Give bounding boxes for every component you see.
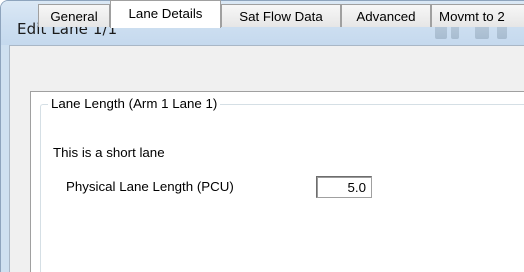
tab-label: General (50, 9, 98, 24)
tab-sat-flow-data[interactable]: Sat Flow Data (221, 4, 341, 27)
tab-label: Advanced (356, 9, 416, 24)
physical-lane-length-label: Physical Lane Length (PCU) (66, 179, 234, 194)
tab-movement-to-2[interactable]: Movmt to 2 (431, 4, 524, 27)
physical-lane-length-input[interactable] (316, 176, 372, 198)
tab-general[interactable]: General (38, 4, 110, 27)
tab-lane-details[interactable]: Lane Details (110, 0, 221, 28)
short-lane-note: This is a short lane (53, 145, 165, 160)
tab-advanced[interactable]: Advanced (341, 4, 431, 27)
tab-label: Movmt to 2 (439, 9, 505, 24)
tab-label: Lane Details (128, 6, 203, 21)
groupbox-title: Lane Length (Arm 1 Lane 1) (48, 96, 221, 111)
tab-label: Sat Flow Data (239, 9, 323, 24)
